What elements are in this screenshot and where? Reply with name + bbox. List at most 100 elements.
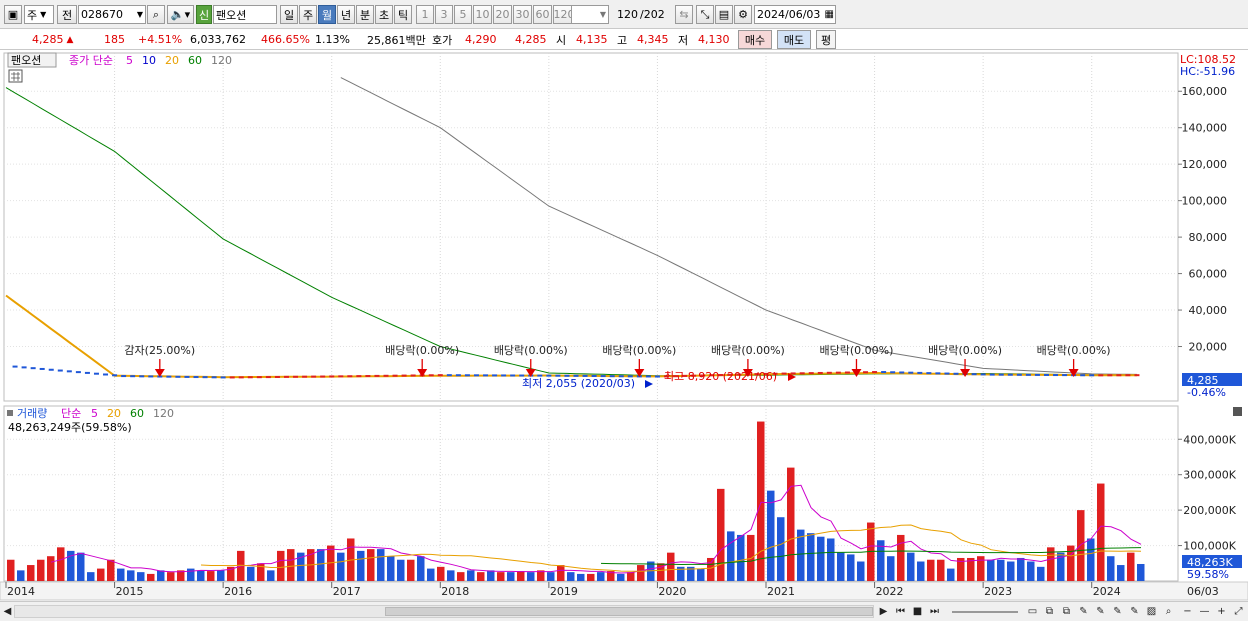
- price-candle: [998, 373, 1004, 376]
- scroll-thumb[interactable]: [385, 607, 873, 616]
- zoom-in-icon[interactable]: +: [1214, 604, 1229, 619]
- volume-bar: [707, 557, 715, 581]
- current-price-value: 4,285: [32, 33, 64, 46]
- volume-bar: [397, 559, 405, 581]
- calendar-icon[interactable]: ▦: [825, 9, 834, 20]
- minus-icon[interactable]: —: [1197, 604, 1212, 619]
- scroll-left-icon[interactable]: ◀: [0, 604, 15, 619]
- pen-icon[interactable]: ✎: [1093, 604, 1108, 619]
- magnifier-icon[interactable]: ⌕: [1161, 604, 1176, 619]
- volume-bar: [857, 561, 865, 581]
- image-icon[interactable]: ▨: [1144, 604, 1159, 619]
- volume-legend-sub: 단순: [61, 407, 81, 420]
- price-candle: [654, 375, 660, 378]
- volume-bar: [817, 536, 825, 581]
- interval-button-5[interactable]: 30: [513, 5, 532, 24]
- volume-bar: [787, 467, 795, 581]
- price-candle: [39, 367, 45, 370]
- chevron-down-icon[interactable]: ▼: [137, 10, 143, 19]
- period-button-6[interactable]: 틱: [394, 5, 412, 24]
- tile-icon[interactable]: ⧉: [1042, 604, 1057, 619]
- pen-icon[interactable]: ✎: [1110, 604, 1125, 619]
- volume-bar: [487, 570, 495, 581]
- volume-bar: [717, 488, 725, 581]
- volume-ma-legend-60: 60: [130, 407, 144, 420]
- crosshair-icon[interactable]: ⤡: [696, 5, 714, 24]
- price-candle: [944, 372, 950, 375]
- price-candle: [989, 373, 995, 376]
- volume-bar: [247, 566, 255, 581]
- tile-icon[interactable]: ⧉: [1059, 604, 1074, 619]
- event-label: 배당락(0.00%): [928, 344, 1002, 357]
- window-icon[interactable]: ▭: [1025, 604, 1040, 619]
- price-candle: [971, 373, 977, 376]
- bottom-scroll-bar: ◀ ▶ ⏮ ■ ⏭ ▭ ⧉ ⧉ ✎ ✎ ✎ ✎ ▨ ⌕ − — + ⤢: [0, 601, 1248, 621]
- volume-bar: [47, 556, 55, 581]
- pen-icon[interactable]: ✎: [1127, 604, 1142, 619]
- date-input[interactable]: 2024/06/03 ▦: [754, 5, 836, 24]
- price-candle: [103, 373, 109, 376]
- period-button-3[interactable]: 년: [337, 5, 355, 24]
- market-select[interactable]: 주 ▼: [24, 5, 54, 24]
- price-candle: [383, 374, 389, 377]
- zoom-out-icon[interactable]: −: [1180, 604, 1195, 619]
- volume-bar: [1007, 561, 1015, 581]
- window-layout-icon[interactable]: ▣: [4, 5, 22, 24]
- interval-button-2[interactable]: 5: [454, 5, 472, 24]
- period-button-4[interactable]: 분: [356, 5, 374, 24]
- pen-icon[interactable]: ✎: [1076, 604, 1091, 619]
- sell-button[interactable]: 매도: [777, 30, 811, 49]
- last-page-icon[interactable]: ⏭: [927, 604, 942, 619]
- gear-icon[interactable]: ⚙: [734, 5, 752, 24]
- interval-dropdown[interactable]: ▼: [571, 5, 609, 24]
- period-button-5[interactable]: 초: [375, 5, 393, 24]
- price-candle: [1007, 373, 1013, 376]
- event-label: 배당락(0.00%): [1037, 344, 1111, 357]
- volume-bar: [57, 547, 65, 581]
- x-tick-label: 2018: [441, 585, 469, 598]
- price-candle: [908, 371, 914, 374]
- chart-canvas[interactable]: 2014 2015 2016 2017 2018 2019 2020 2021 2022 2023…: [0, 50, 1248, 601]
- zoom-slider[interactable]: [950, 604, 1020, 619]
- price-candle: [1080, 374, 1086, 377]
- volume-bar: [547, 572, 555, 581]
- search-icon[interactable]: ⌕: [147, 5, 165, 24]
- stop-icon[interactable]: ■: [910, 604, 925, 619]
- speaker-icon[interactable]: 🔈▾: [167, 5, 194, 24]
- first-page-icon[interactable]: ⏮: [893, 604, 908, 619]
- fullscreen-icon[interactable]: ⤢: [1231, 604, 1246, 619]
- stock-code-input[interactable]: 028670 ▼: [78, 5, 146, 24]
- interval-button-1[interactable]: 3: [435, 5, 453, 24]
- volume-bar: [807, 533, 815, 581]
- volume-bar: [577, 573, 585, 581]
- volume-ma-legend-20: 20: [107, 407, 121, 420]
- panel-menu-icon: [1233, 407, 1242, 416]
- market-sub-button[interactable]: 전: [57, 5, 77, 24]
- price-candle: [302, 375, 308, 378]
- price-candle: [374, 374, 380, 377]
- volume-bar: [897, 534, 905, 581]
- volume-ma-legend-120: 120: [153, 407, 174, 420]
- count-input[interactable]: 120: [612, 5, 640, 24]
- volume-bar: [517, 571, 525, 581]
- period-button-0[interactable]: 일: [280, 5, 298, 24]
- save-icon[interactable]: ▤: [715, 5, 733, 24]
- volume-panel-frame: [3, 405, 1179, 582]
- volume-summary: 48,263,249주(59.58%): [8, 421, 132, 434]
- price-candle: [844, 371, 850, 374]
- volume-bar: [77, 552, 85, 581]
- interval-button-6[interactable]: 60: [533, 5, 552, 24]
- buy-button[interactable]: 매수: [738, 30, 772, 49]
- period-button-1[interactable]: 주: [299, 5, 317, 24]
- volume-bar: [87, 572, 95, 581]
- period-button-2[interactable]: 월: [318, 5, 336, 24]
- evaluate-button[interactable]: 평: [816, 30, 836, 49]
- interval-button-0[interactable]: 1: [416, 5, 434, 24]
- interval-button-3[interactable]: 10: [473, 5, 492, 24]
- volume-bar: [1017, 557, 1025, 581]
- scroll-lock-icon[interactable]: ⇆: [675, 5, 693, 24]
- interval-button-4[interactable]: 20: [493, 5, 512, 24]
- scroll-right-icon[interactable]: ▶: [876, 604, 891, 619]
- ma-legend-10: 10: [142, 54, 156, 67]
- scroll-track[interactable]: [14, 605, 874, 618]
